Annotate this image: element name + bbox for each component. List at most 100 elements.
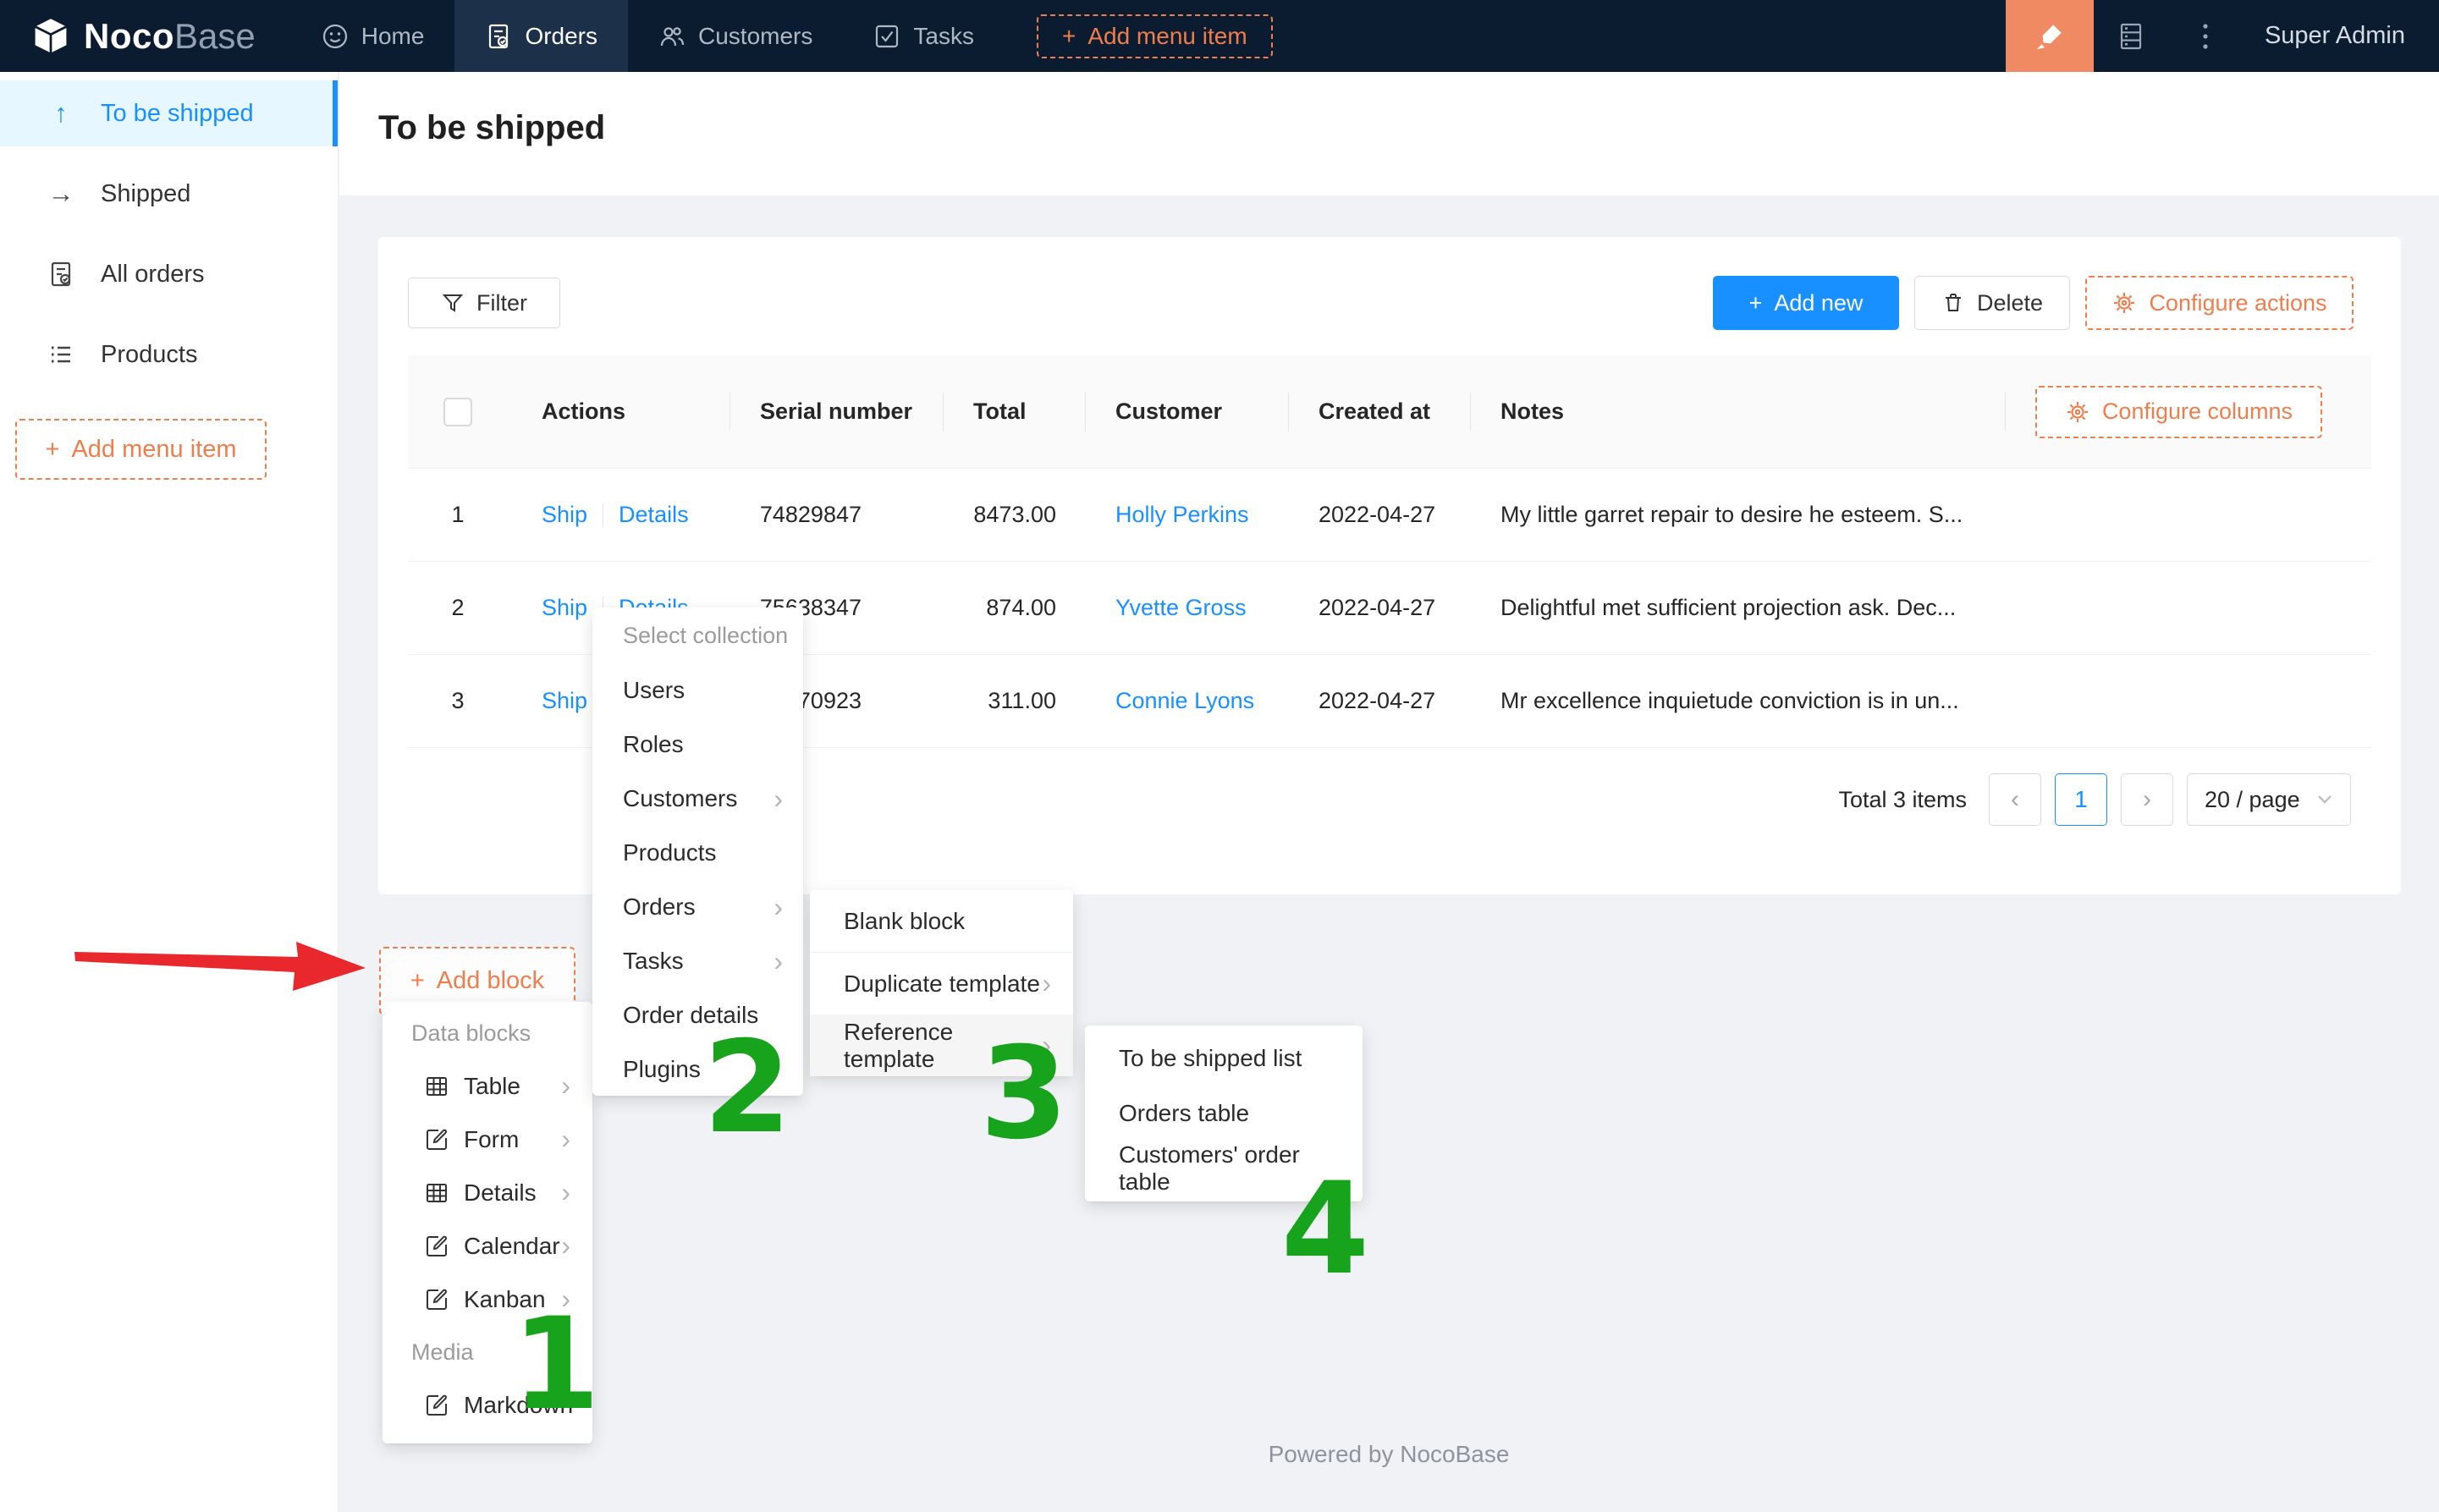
chevron-right-icon: › xyxy=(561,1230,570,1262)
check-square-icon xyxy=(873,23,900,50)
sidebar-item-to-be-shipped[interactable]: ↑ To be shipped xyxy=(0,80,338,146)
arrow-right-icon: → xyxy=(47,179,75,209)
menu-item-customers[interactable]: Customers› xyxy=(592,772,803,826)
serial-number-cell: 74829847 xyxy=(729,469,943,561)
configure-columns-button[interactable]: Configure columns xyxy=(2035,386,2322,438)
total-cell: 874.00 xyxy=(943,562,1085,654)
add-block-menu: Data blocks Table › Form › Details › Cal… xyxy=(383,1002,592,1443)
menu-item-form[interactable]: Form › xyxy=(383,1113,592,1166)
menu-item-customers-order-table[interactable]: Customers' order table xyxy=(1085,1141,1363,1196)
menu-item-order-details[interactable]: Order details xyxy=(592,988,803,1042)
customer-link[interactable]: Holly Perkins xyxy=(1115,502,1249,528)
pagination-prev-button[interactable]: ‹ xyxy=(1989,773,2041,826)
select-collection-menu: Select collection Users Roles Customers›… xyxy=(592,608,803,1096)
notes-cell: Mr excellence inquietude conviction is i… xyxy=(1470,655,2005,747)
total-cell: 8473.00 xyxy=(943,469,1085,561)
pagination: Total 3 items ‹ 1 › 20 / page xyxy=(1838,772,2351,827)
menu-item-orders[interactable]: Orders› xyxy=(592,880,803,934)
kebab-menu-icon xyxy=(2201,21,2210,52)
page-size-select[interactable]: 20 / page xyxy=(2187,773,2351,826)
chevron-right-icon: › xyxy=(561,1070,570,1102)
current-user-menu[interactable]: Super Admin xyxy=(2243,22,2439,50)
select-all-checkbox[interactable] xyxy=(443,398,472,426)
chevron-right-icon: › xyxy=(1042,968,1051,999)
page-title: To be shipped xyxy=(378,109,605,147)
pagination-next-button[interactable]: › xyxy=(2121,773,2173,826)
nav-item-tasks[interactable]: Tasks xyxy=(843,0,1005,72)
plus-icon: + xyxy=(1062,23,1076,50)
created-at-cell: 2022-04-27 xyxy=(1288,562,1470,654)
sidebar-item-all-orders[interactable]: All orders xyxy=(0,241,338,307)
menu-item-calendar[interactable]: Calendar › xyxy=(383,1219,592,1273)
created-at-cell: 2022-04-27 xyxy=(1288,655,1470,747)
powered-by-footer: Powered by NocoBase xyxy=(339,1441,2439,1468)
chevron-right-icon: › xyxy=(1042,1030,1051,1061)
pagination-total: Total 3 items xyxy=(1838,787,1967,813)
delete-button[interactable]: Delete xyxy=(1914,276,2070,330)
menu-item-details[interactable]: Details › xyxy=(383,1166,592,1219)
notes-cell: Delightful met sufficient projection ask… xyxy=(1470,562,2005,654)
menu-item-to-be-shipped-list[interactable]: To be shipped list xyxy=(1085,1031,1363,1086)
ship-action-link[interactable]: Ship xyxy=(542,688,587,714)
column-header-total: Total xyxy=(943,355,1085,468)
column-header-customer: Customer xyxy=(1085,355,1288,468)
ship-action-link[interactable]: Ship xyxy=(542,502,587,528)
customer-link[interactable]: Yvette Gross xyxy=(1115,595,1247,621)
nav-item-orders[interactable]: Orders xyxy=(454,0,628,72)
menu-item-kanban[interactable]: Kanban › xyxy=(383,1273,592,1326)
sidebar-item-products[interactable]: Products xyxy=(0,322,338,388)
gear-icon xyxy=(2111,290,2137,316)
add-new-button[interactable]: + Add new xyxy=(1713,276,1899,330)
pagination-page-1[interactable]: 1 xyxy=(2055,773,2107,826)
menu-item-users[interactable]: Users xyxy=(592,663,803,718)
row-index: 3 xyxy=(408,655,508,747)
menu-item-products[interactable]: Products xyxy=(592,826,803,880)
configure-actions-button[interactable]: Configure actions xyxy=(2085,276,2354,330)
menu-item-reference-template[interactable]: Reference template› xyxy=(810,1014,1073,1076)
form-icon xyxy=(425,1394,449,1417)
menu-item-tasks[interactable]: Tasks› xyxy=(592,934,803,988)
chevron-right-icon: › xyxy=(774,892,783,923)
nav-item-customers[interactable]: Customers xyxy=(628,0,843,72)
menu-group-label: Media xyxy=(383,1326,592,1378)
table-icon xyxy=(425,1075,449,1098)
arrow-up-icon: ↑ xyxy=(47,98,75,129)
table-icon xyxy=(425,1181,449,1205)
customer-link[interactable]: Connie Lyons xyxy=(1115,688,1254,714)
menu-item-markdown[interactable]: Markdown xyxy=(383,1378,592,1432)
menu-item-roles[interactable]: Roles xyxy=(592,718,803,772)
block-type-menu: Blank block Duplicate template› Referenc… xyxy=(810,890,1073,1075)
form-icon xyxy=(425,1128,449,1152)
file-done-icon xyxy=(485,23,512,50)
menu-item-table[interactable]: Table › xyxy=(383,1059,592,1113)
table-row[interactable]: 1 Ship Details 74829847 8473.00 Holly Pe… xyxy=(408,469,2371,562)
column-header-notes: Notes xyxy=(1470,355,2005,468)
team-icon xyxy=(658,23,685,50)
menu-group-label: Select collection xyxy=(592,608,803,663)
menu-item-duplicate-template[interactable]: Duplicate template› xyxy=(810,953,1073,1014)
sidebar-item-shipped[interactable]: → Shipped xyxy=(0,161,338,227)
row-index: 1 xyxy=(408,469,508,561)
created-at-cell: 2022-04-27 xyxy=(1288,469,1470,561)
plugin-manager-button[interactable] xyxy=(2094,0,2168,72)
details-action-link[interactable]: Details xyxy=(619,502,689,528)
row-index: 2 xyxy=(408,562,508,654)
add-menu-item-sidebar-button[interactable]: + Add menu item xyxy=(15,419,267,480)
menu-item-orders-table[interactable]: Orders table xyxy=(1085,1086,1363,1141)
chevron-right-icon: › xyxy=(774,946,783,977)
sidebar: ↑ To be shipped → Shipped All orders Pro… xyxy=(0,72,339,1512)
more-actions-button[interactable] xyxy=(2168,0,2243,72)
app-logo[interactable]: NocoBase xyxy=(0,0,291,72)
ship-action-link[interactable]: Ship xyxy=(542,595,587,621)
nav-item-home[interactable]: Home xyxy=(291,0,455,72)
add-menu-item-top-button[interactable]: + Add menu item xyxy=(1037,14,1273,58)
filter-button[interactable]: Filter xyxy=(408,278,560,328)
menu-item-plugins[interactable]: Plugins xyxy=(592,1042,803,1097)
ui-editor-button[interactable] xyxy=(2006,0,2094,72)
database-icon xyxy=(2116,21,2146,52)
chevron-right-icon: › xyxy=(561,1284,570,1315)
logo-cube-icon xyxy=(31,17,70,56)
plus-icon: + xyxy=(1749,290,1763,316)
brand-name-light: Base xyxy=(174,16,256,56)
menu-item-blank-block[interactable]: Blank block xyxy=(810,890,1073,953)
